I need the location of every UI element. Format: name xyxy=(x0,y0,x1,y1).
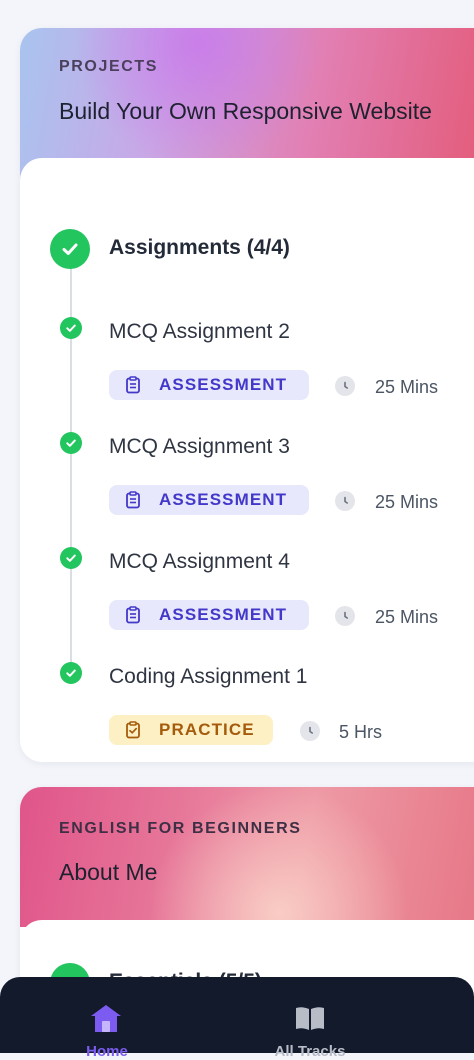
item-complete-check-icon xyxy=(60,317,82,339)
item-complete-check-icon xyxy=(60,662,82,684)
duration-text: 5 Hrs xyxy=(339,722,383,742)
nav-label: Home xyxy=(86,1043,128,1060)
bottom-navigation: Home All Tracks xyxy=(0,977,474,1060)
clipboard-icon xyxy=(123,490,143,510)
home-icon xyxy=(89,1001,123,1035)
section-complete-check-icon xyxy=(50,229,90,269)
section-title[interactable]: Assignments (4/4) xyxy=(109,236,290,260)
practice-tag: PRACTICE xyxy=(109,715,273,745)
duration-text: 25 Mins xyxy=(375,377,439,397)
assessment-tag: ASSESSMENT xyxy=(109,600,309,630)
clock-icon xyxy=(335,606,355,626)
item-complete-check-icon xyxy=(60,432,82,454)
course-category: PROJECTS xyxy=(59,58,159,75)
course-title: Build Your Own Responsive Website xyxy=(59,98,432,124)
item-complete-check-icon xyxy=(60,547,82,569)
clipboard-icon xyxy=(123,375,143,395)
tag-label: ASSESSMENT xyxy=(159,490,288,509)
duration-text: 25 Mins xyxy=(375,607,439,627)
assignment-title[interactable]: MCQ Assignment 2 xyxy=(109,320,290,344)
assessment-tag: ASSESSMENT xyxy=(109,485,309,515)
tag-label: ASSESSMENT xyxy=(159,605,288,624)
tag-label: ASSESSMENT xyxy=(159,375,288,394)
course-card-projects[interactable]: PROJECTS Build Your Own Responsive Websi… xyxy=(20,28,474,762)
clipboard-icon xyxy=(123,605,143,625)
book-icon xyxy=(293,1001,327,1035)
duration-text: 25 Mins xyxy=(375,492,439,512)
nav-item-home[interactable]: Home xyxy=(47,977,167,1060)
course-title: About Me xyxy=(59,859,158,885)
clock-icon xyxy=(335,376,355,396)
assignment-title[interactable]: Coding Assignment 1 xyxy=(109,665,307,689)
course-category: ENGLISH FOR BEGINNERS xyxy=(59,820,302,837)
timeline-line xyxy=(70,248,72,668)
assessment-tag: ASSESSMENT xyxy=(109,370,309,400)
tag-label: PRACTICE xyxy=(159,720,255,739)
clock-icon xyxy=(300,721,320,741)
clipboard-check-icon xyxy=(123,720,143,740)
nav-item-all-tracks[interactable]: All Tracks xyxy=(250,977,370,1060)
assignment-title[interactable]: MCQ Assignment 3 xyxy=(109,435,290,459)
clock-icon xyxy=(335,491,355,511)
nav-label: All Tracks xyxy=(274,1043,346,1060)
course-timeline: Assignments (4/4) MCQ Assignment 2 ASSES… xyxy=(20,158,474,762)
assignment-title[interactable]: MCQ Assignment 4 xyxy=(109,550,290,574)
course-card-header: ENGLISH FOR BEGINNERS About Me xyxy=(20,787,474,927)
